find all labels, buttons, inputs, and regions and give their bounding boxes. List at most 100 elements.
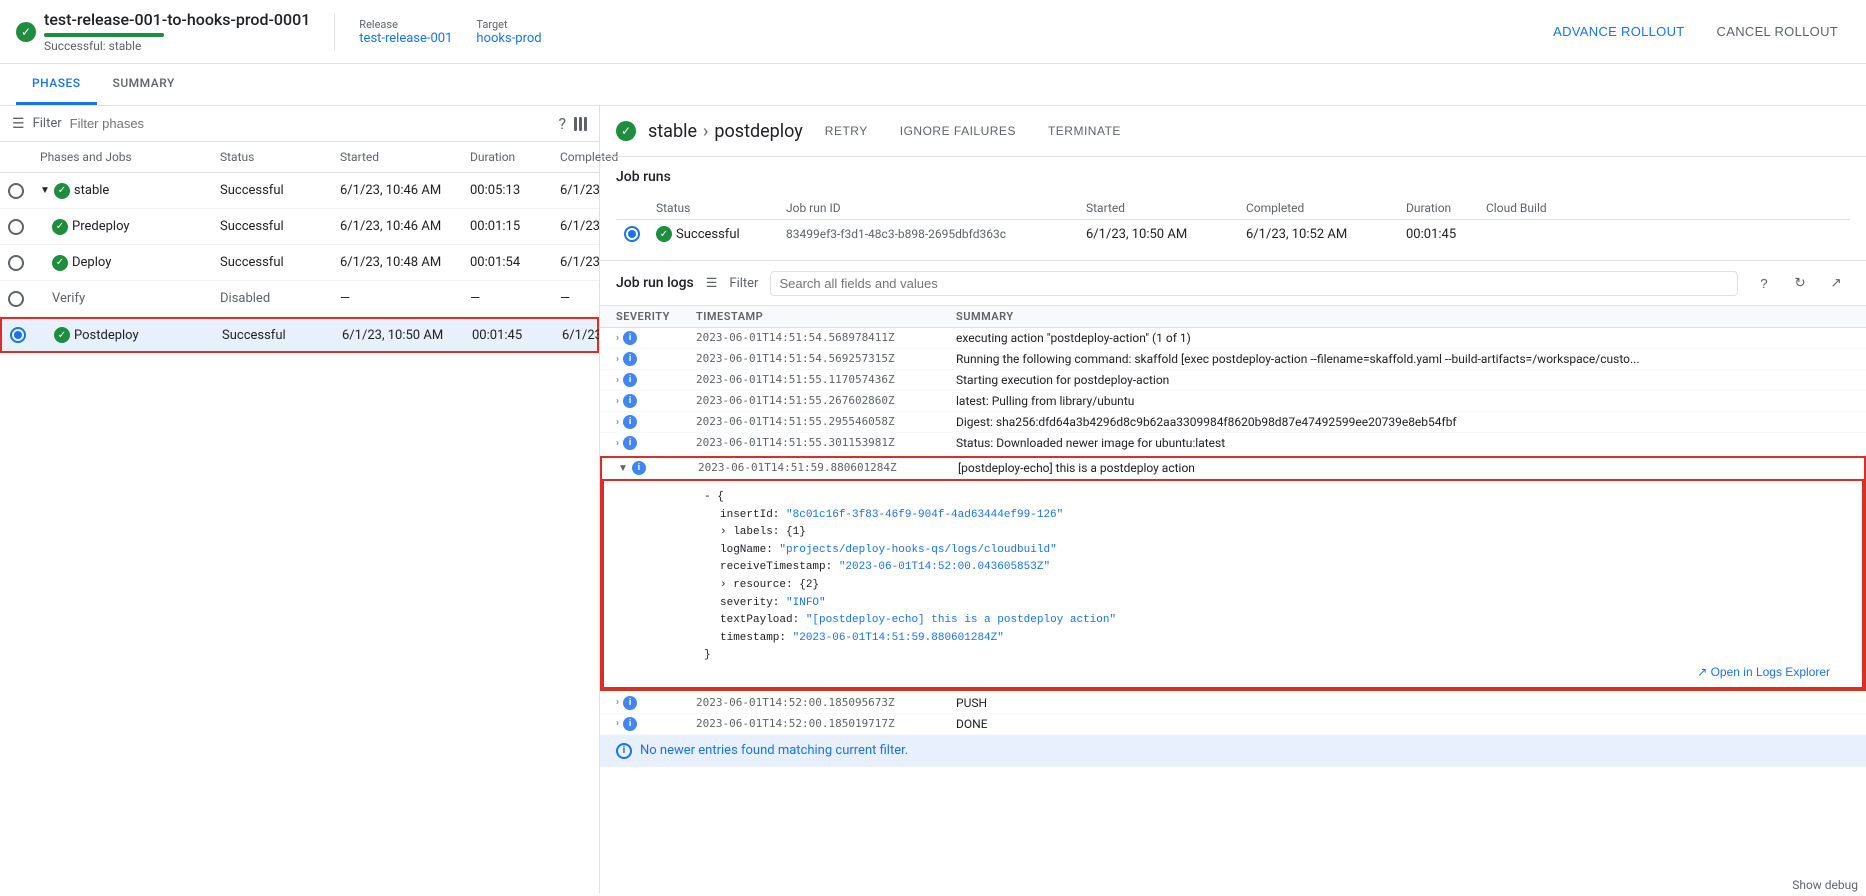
json-logname: logName: "projects/deploy-hooks-qs/logs/…: [704, 542, 1846, 560]
advance-rollout-button[interactable]: ADVANCE ROLLOUT: [1541, 18, 1696, 45]
tab-summary[interactable]: SUMMARY: [97, 64, 191, 105]
log-help-icon[interactable]: ?: [1750, 269, 1778, 297]
action-buttons: ADVANCE ROLLOUT CANCEL ROLLOUT: [1541, 18, 1850, 45]
chevron-icon[interactable]: ›: [616, 333, 619, 344]
timestamp-5: 2023-06-01T14:51:55.295546058Z: [696, 415, 956, 428]
chevron-icon[interactable]: ›: [616, 354, 619, 365]
log-row: › i 2023-06-01T14:51:55.117057436Z Start…: [600, 370, 1866, 391]
job-started: 6/1/23, 10:50 AM: [1078, 227, 1238, 242]
table-header: Phases and Jobs Status Started Duration …: [0, 142, 599, 173]
right-panel: ✓ stable › postdeploy RETRY IGNORE FAILU…: [600, 106, 1866, 893]
release-label: Release: [359, 18, 452, 31]
col-duration: Duration: [462, 150, 552, 164]
tabs-bar: PHASES SUMMARY: [0, 64, 1866, 106]
job-radio-cell[interactable]: [616, 226, 648, 242]
log-title: Job run logs: [616, 275, 694, 291]
help-icon[interactable]: ?: [558, 114, 566, 133]
severity-1: › i: [616, 331, 696, 345]
job-col-duration: Duration: [1398, 201, 1478, 215]
breadcrumb: stable › postdeploy: [648, 121, 803, 142]
progress-bar: [44, 33, 164, 37]
target-label: Target: [476, 18, 541, 31]
info-badge: i: [623, 352, 637, 366]
started-verify: —: [332, 291, 462, 306]
cancel-rollout-button[interactable]: CANCEL ROLLOUT: [1705, 18, 1850, 45]
release-link[interactable]: test-release-001: [359, 31, 452, 46]
column-toggle[interactable]: [574, 117, 587, 131]
job-runs-section: Job runs Status Job run ID Started Compl…: [600, 157, 1866, 261]
timestamp-9: 2023-06-01T14:52:00.185019717Z: [696, 717, 956, 730]
info-badge: i: [623, 373, 637, 387]
terminate-button[interactable]: TERMINATE: [1038, 118, 1131, 144]
log-refresh-icon[interactable]: ↻: [1786, 269, 1814, 297]
row-radio-postdeploy[interactable]: [2, 327, 34, 343]
filter-input[interactable]: [70, 116, 551, 131]
ignore-failures-button[interactable]: IGNORE FAILURES: [890, 118, 1026, 144]
row-radio-stable[interactable]: [0, 183, 32, 199]
filter-text: Filter: [729, 276, 758, 291]
show-debug-button[interactable]: Show debug: [1784, 874, 1866, 896]
job-table-row[interactable]: ✓ Successful 83499ef3-f3d1-48c3-b898-269…: [616, 220, 1850, 248]
table-row-postdeploy[interactable]: ✓ Postdeploy Successful 6/1/23, 10:50 AM…: [0, 317, 599, 353]
radio-postdeploy[interactable]: [10, 327, 26, 343]
timestamp-1: 2023-06-01T14:51:54.568978411Z: [696, 331, 956, 344]
tab-phases[interactable]: PHASES: [16, 64, 97, 105]
table-row[interactable]: Verify Disabled — — —: [0, 281, 599, 317]
col-phases-jobs: Phases and Jobs: [32, 150, 212, 164]
json-receiveTimestamp: receiveTimestamp: "2023-06-01T14:52:00.0…: [704, 559, 1846, 577]
row-radio-predeploy[interactable]: [0, 219, 32, 235]
log-filter-input[interactable]: [770, 271, 1738, 296]
phase-name-postdeploy: ✓ Postdeploy: [34, 327, 214, 343]
summary-1: executing action "postdeploy-action" (1 …: [956, 331, 1850, 345]
expand-stable[interactable]: ▼: [40, 185, 50, 196]
main-layout: ☰ Filter ? Phases and Jobs Status Starte…: [0, 106, 1866, 893]
summary-7: [postdeploy-echo] this is a postdeploy a…: [958, 461, 1848, 475]
chevron-icon[interactable]: ›: [616, 375, 619, 386]
log-filter-icon: ☰: [706, 276, 718, 291]
chevron-icon[interactable]: ▼: [618, 463, 628, 474]
radio-predeploy[interactable]: [8, 219, 24, 235]
table-row[interactable]: ✓ Predeploy Successful 6/1/23, 10:46 AM …: [0, 209, 599, 245]
target-link[interactable]: hooks-prod: [476, 31, 541, 46]
log-external-icon[interactable]: ↗: [1822, 269, 1850, 297]
log-row: › i 2023-06-01T14:51:54.569257315Z Runni…: [600, 349, 1866, 370]
chevron-icon[interactable]: ›: [616, 396, 619, 407]
chevron-icon[interactable]: ›: [616, 417, 619, 428]
radio-deploy[interactable]: [8, 255, 24, 271]
severity-2: › i: [616, 352, 696, 366]
chevron-icon[interactable]: ›: [616, 438, 619, 449]
summary-4: latest: Pulling from library/ubuntu: [956, 394, 1850, 408]
open-logs-explorer-button[interactable]: ↗ Open in Logs Explorer: [1697, 665, 1830, 679]
severity-5: › i: [616, 415, 696, 429]
completed-verify: —: [552, 291, 599, 306]
log-row: › i 2023-06-01T14:51:54.568978411Z execu…: [600, 328, 1866, 349]
job-col-completed: Completed: [1238, 201, 1398, 215]
chevron-icon[interactable]: ›: [616, 697, 619, 708]
radio-verify[interactable]: [8, 291, 24, 307]
no-newer-entries-bar: i No newer entries found matching curren…: [600, 735, 1866, 767]
col-started: Started: [332, 150, 462, 164]
chevron-icon[interactable]: ›: [616, 718, 619, 729]
phase-check-icon: ✓: [616, 121, 636, 141]
row-radio-verify[interactable]: [0, 291, 32, 307]
radio-stable[interactable]: [8, 183, 24, 199]
release-meta: Release test-release-001: [359, 18, 452, 46]
severity-4: › i: [616, 394, 696, 408]
table-row[interactable]: ▼ ✓ stable Successful 6/1/23, 10:46 AM 0…: [0, 173, 599, 209]
filter-icon: ☰: [12, 116, 25, 132]
release-title: test-release-001-to-hooks-prod-0001: [44, 10, 310, 29]
job-radio[interactable]: [624, 226, 640, 242]
json-textpayload: textPayload: "[postdeploy-echo] this is …: [704, 612, 1846, 630]
check-predeploy: ✓: [52, 219, 68, 235]
retry-button[interactable]: RETRY: [815, 118, 878, 144]
severity-9: › i: [616, 717, 696, 731]
job-check-icon: ✓: [656, 226, 672, 242]
summary-9: DONE: [956, 717, 1850, 731]
row-radio-deploy[interactable]: [0, 255, 32, 271]
left-panel: ☰ Filter ? Phases and Jobs Status Starte…: [0, 106, 600, 893]
table-row[interactable]: ✓ Deploy Successful 6/1/23, 10:48 AM 00:…: [0, 245, 599, 281]
completed-deploy: 6/1/23, 10:50 AM: [552, 255, 599, 270]
no-newer-text: No newer entries found matching current …: [640, 743, 908, 758]
status-deploy: Successful: [212, 255, 332, 270]
duration-postdeploy: 00:01:45: [464, 328, 554, 343]
